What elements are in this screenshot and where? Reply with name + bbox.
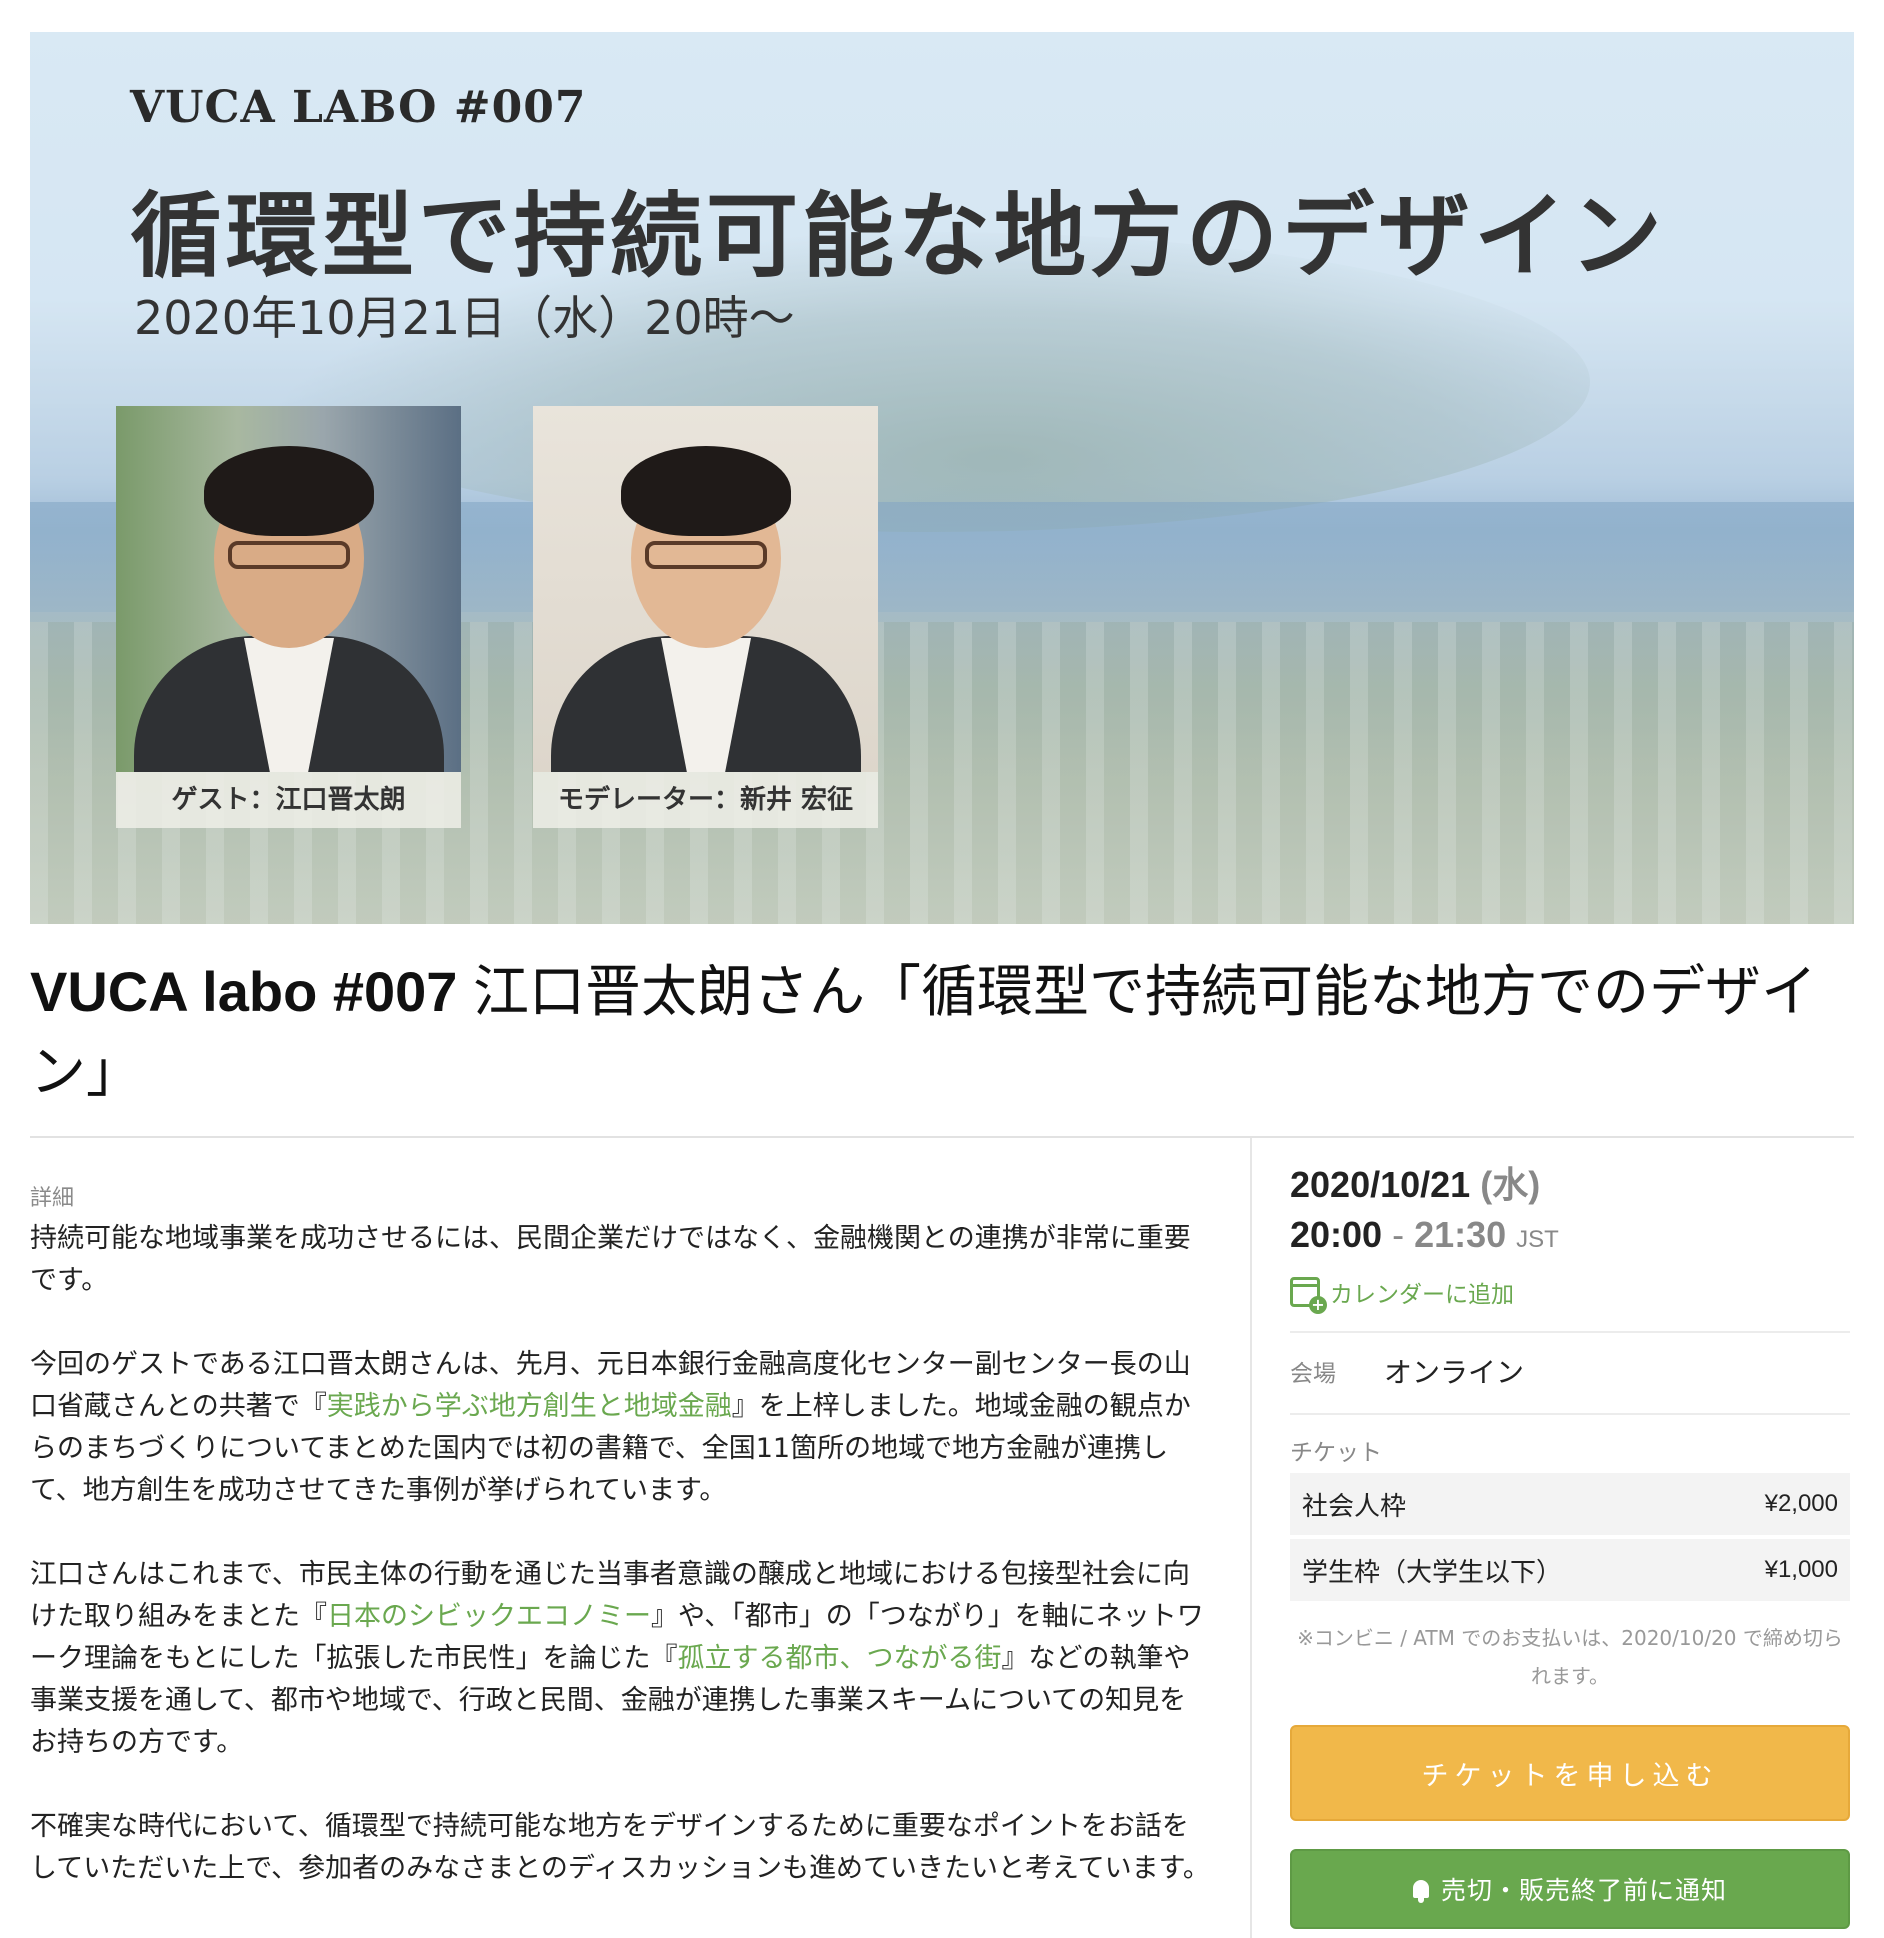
details-body: 持続可能な地域事業を成功させるには、民間企業だけではなく、金融機関との連携が非常… [30, 1218, 1210, 1932]
ticket-heading: チケット [1290, 1440, 1382, 1466]
ticket-name: 社会人枠 [1302, 1491, 1407, 1522]
banner-date: 2020年10月21日（水）20時〜 [134, 291, 795, 345]
moderator-photo [533, 406, 878, 772]
timezone: JST [1516, 1226, 1559, 1253]
event-date: 2020/10/21 (水) [1290, 1164, 1541, 1205]
banner-kicker: VUCA LABO #007 [130, 82, 587, 133]
moderator-caption: モデレーター：新井 宏征 [533, 772, 878, 828]
guest-caption: ゲスト：江口晋太朗 [116, 772, 461, 828]
details-heading: 詳細 [30, 1186, 75, 1211]
venue-row: 会場 オンライン [1290, 1351, 1850, 1391]
banner-title: 循環型で持続可能な地方のデザイン [130, 183, 1667, 290]
details-paragraph: 今回のゲストである江口晋太朗さんは、先月、元日本銀行金融高度化センター副センター… [30, 1349, 1191, 1506]
event-title: VUCA labo #007 江口晋太朗さん「循環型で持続可能な地方でのデザイン… [30, 952, 1854, 1112]
book-link-koritsu-toshi[interactable]: 孤立する都市、つながる街 [677, 1643, 1001, 1674]
column-divider [1250, 1138, 1252, 1938]
ticket-row: 学生枠（大学生以下） ¥1,000 [1290, 1539, 1850, 1601]
apply-ticket-button[interactable]: チケットを申し込む [1290, 1725, 1850, 1821]
end-time: 21:30 [1414, 1214, 1507, 1255]
venue-label: 会場 [1290, 1361, 1336, 1387]
ticket-name: 学生枠（大学生以下） [1302, 1557, 1563, 1588]
ticket-row: 社会人枠 ¥2,000 [1290, 1473, 1850, 1535]
bell-icon [1412, 1880, 1429, 1903]
event-sidebar: 2020/10/21 (水) 20:00 - 21:30 JST + カレンダー… [1290, 1160, 1850, 1929]
guest-photo [116, 406, 461, 772]
event-weekday: (水) [1480, 1164, 1541, 1205]
venue-value: オンライン [1384, 1356, 1525, 1389]
payment-deadline-note: ※コンビニ / ATM でのお支払いは、2020/10/20 で締め切られます。 [1297, 1626, 1843, 1688]
title-divider [30, 1136, 1854, 1138]
ticket-price: ¥2,000 [1764, 1490, 1838, 1517]
calendar-add-icon: + [1290, 1277, 1327, 1314]
event-title-series: VUCA labo #007 [30, 960, 458, 1023]
notify-before-soldout-button[interactable]: 売切・販売終了前に通知 [1290, 1849, 1850, 1929]
book-link-civic-economy[interactable]: 日本のシビックエコノミー [327, 1601, 651, 1632]
details-paragraph: 不確実な時代において、循環型で持続可能な地方をデザインするために重要なポイントを… [30, 1811, 1210, 1884]
details-paragraph: 持続可能な地域事業を成功させるには、民間企業だけではなく、金融機関との連携が非常… [30, 1223, 1191, 1296]
ticket-price: ¥1,000 [1764, 1556, 1838, 1583]
event-banner: VUCA LABO #007 循環型で持続可能な地方のデザイン 2020年10月… [30, 32, 1854, 924]
start-time: 20:00 [1290, 1214, 1383, 1255]
add-to-calendar-link[interactable]: + カレンダーに追加 [1290, 1275, 1850, 1314]
details-paragraph: 江口さんはこれまで、市民主体の行動を通じた当事者意識の醸成と地域における包接型社… [30, 1559, 1204, 1758]
event-time: 20:00 - 21:30 JST [1290, 1214, 1559, 1255]
book-link-chiiki-kinyu[interactable]: 実践から学ぶ地方創生と地域金融 [327, 1391, 732, 1422]
